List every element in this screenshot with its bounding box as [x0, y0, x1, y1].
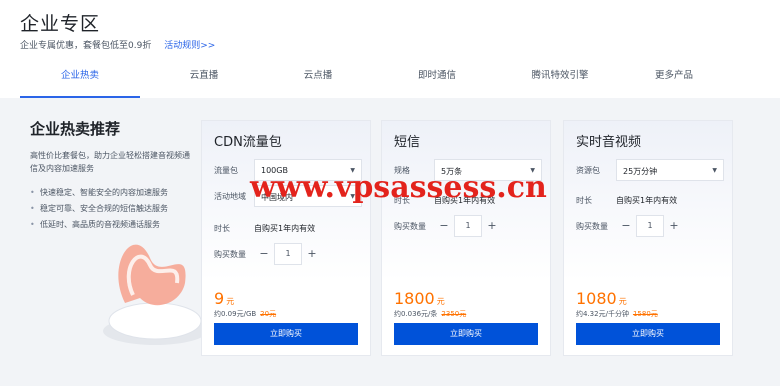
price-unit: 元	[618, 297, 627, 306]
unit-price-text: 约0.09元/GB	[214, 310, 257, 318]
select-value: 25万分钟	[623, 167, 658, 176]
card-row: 时长 自购买1年内有效	[214, 217, 360, 239]
card-inner: 短信 规格 5万条 ▼ 时长 自购买1年内有效 购买数量 − 1 + 1800 元 …	[382, 121, 550, 345]
original-price: 1580元	[632, 310, 658, 318]
row-label: 资源包	[576, 166, 600, 175]
price-area: 1080 元 约4.32元/千分钟 1580元	[576, 289, 720, 319]
decrement-button[interactable]: −	[254, 243, 274, 265]
unit-price-text: 约0.036元/条	[394, 310, 438, 318]
duration-value: 自购买1年内有效	[254, 224, 316, 233]
unit-price: 约0.09元/GB 20元	[214, 309, 358, 319]
increment-button[interactable]: +	[664, 215, 684, 237]
quantity-input[interactable]: 1	[454, 215, 482, 237]
unit-price: 约0.036元/条 2350元	[394, 309, 538, 319]
unit-price-text: 约4.32元/千分钟	[576, 310, 629, 318]
promo-bullet: 快速稳定、智能安全的内容加速服务	[30, 185, 200, 201]
row-label: 时长	[214, 224, 230, 233]
tab-vod[interactable]: 云点播	[258, 68, 378, 98]
buy-button[interactable]: 立即购买	[394, 323, 538, 345]
card-title: 短信	[394, 135, 421, 150]
product-card-cdn: CDN流量包 流量包 100GB ▼ 活动地域 中国境内 ▼ 时长 自购买1年内有效…	[201, 120, 371, 356]
content-area: 企业热卖推荐 高性价比套餐包，助力企业轻松搭建音视频通信及内容加速服务 快速稳定…	[0, 98, 780, 386]
quantity-input[interactable]: 1	[636, 215, 664, 237]
duration-value: 自购买1年内有效	[616, 196, 678, 205]
tab-effects[interactable]: 腾讯特效引擎	[500, 68, 620, 98]
increment-button[interactable]: +	[482, 215, 502, 237]
card-inner: CDN流量包 流量包 100GB ▼ 活动地域 中国境内 ▼ 时长 自购买1年内有效…	[202, 121, 370, 345]
chevron-down-icon: ▼	[712, 167, 717, 174]
card-row: 资源包 25万分钟 ▼	[576, 159, 724, 181]
row-label: 购买数量	[576, 222, 608, 231]
price-area: 1800 元 约0.036元/条 2350元	[394, 289, 538, 319]
row-label: 活动地域	[214, 192, 246, 201]
price-value: 9	[214, 289, 225, 308]
subtitle-text: 企业专属优惠，套餐包低至0.9折	[20, 41, 152, 51]
price-value: 1080	[576, 289, 617, 308]
decrement-button[interactable]: −	[616, 215, 636, 237]
rules-link[interactable]: 活动规则>>	[164, 41, 215, 51]
tab-bar: 企业热卖 云直播 云点播 即时通信 腾讯特效引擎 更多产品	[20, 68, 760, 98]
price: 1800 元	[394, 289, 538, 308]
quantity-stepper: − 1 +	[254, 243, 322, 265]
page-title: 企业专区	[20, 13, 101, 35]
watermark: www.vpsassess.cn	[250, 170, 547, 205]
resource-select[interactable]: 25万分钟 ▼	[616, 159, 724, 181]
card-row: 购买数量 − 1 +	[394, 215, 540, 237]
promo-description: 高性价比套餐包，助力企业轻松搭建音视频通信及内容加速服务	[30, 151, 190, 173]
quantity-stepper: − 1 +	[434, 215, 502, 237]
buy-button[interactable]: 立即购买	[214, 323, 358, 345]
quantity-stepper: − 1 +	[616, 215, 684, 237]
row-label: 流量包	[214, 166, 238, 175]
decrement-button[interactable]: −	[434, 215, 454, 237]
price-unit: 元	[436, 297, 445, 306]
card-title: 实时音视频	[576, 135, 642, 150]
unit-price: 约4.32元/千分钟 1580元	[576, 309, 720, 319]
header-area: 企业专区 企业专属优惠，套餐包低至0.9折 活动规则>> 企业热卖 云直播 云点…	[0, 0, 780, 98]
product-card-trtc: 实时音视频 资源包 25万分钟 ▼ 时长 自购买1年内有效 购买数量 − 1 + …	[563, 120, 733, 356]
header-subtitle: 企业专属优惠，套餐包低至0.9折 活动规则>>	[20, 38, 215, 51]
row-label: 购买数量	[214, 250, 246, 259]
price: 1080 元	[576, 289, 720, 308]
tab-more[interactable]: 更多产品	[614, 68, 734, 98]
card-inner: 实时音视频 资源包 25万分钟 ▼ 时长 自购买1年内有效 购买数量 − 1 + …	[564, 121, 732, 345]
price-value: 1800	[394, 289, 435, 308]
tab-live[interactable]: 云直播	[144, 68, 264, 98]
row-label: 时长	[576, 196, 592, 205]
card-row: 购买数量 − 1 +	[214, 243, 360, 265]
tab-im[interactable]: 即时通信	[377, 68, 497, 98]
original-price: 20元	[260, 310, 277, 318]
original-price: 2350元	[441, 310, 467, 318]
card-title: CDN流量包	[214, 135, 282, 150]
tab-hot[interactable]: 企业热卖	[20, 68, 140, 98]
price-area: 9元 约0.09元/GB 20元	[214, 289, 358, 319]
card-row: 购买数量 − 1 +	[576, 215, 722, 237]
row-label: 购买数量	[394, 222, 426, 231]
product-card-sms: 短信 规格 5万条 ▼ 时长 自购买1年内有效 购买数量 − 1 + 1800 元 …	[381, 120, 551, 356]
decorative-illustration	[103, 244, 207, 345]
price: 9元	[214, 289, 358, 308]
promo-title: 企业热卖推荐	[30, 120, 121, 138]
quantity-input[interactable]: 1	[274, 243, 302, 265]
increment-button[interactable]: +	[302, 243, 322, 265]
card-row: 时长 自购买1年内有效	[576, 189, 722, 211]
buy-button[interactable]: 立即购买	[576, 323, 720, 345]
price-unit: 元	[226, 297, 235, 306]
